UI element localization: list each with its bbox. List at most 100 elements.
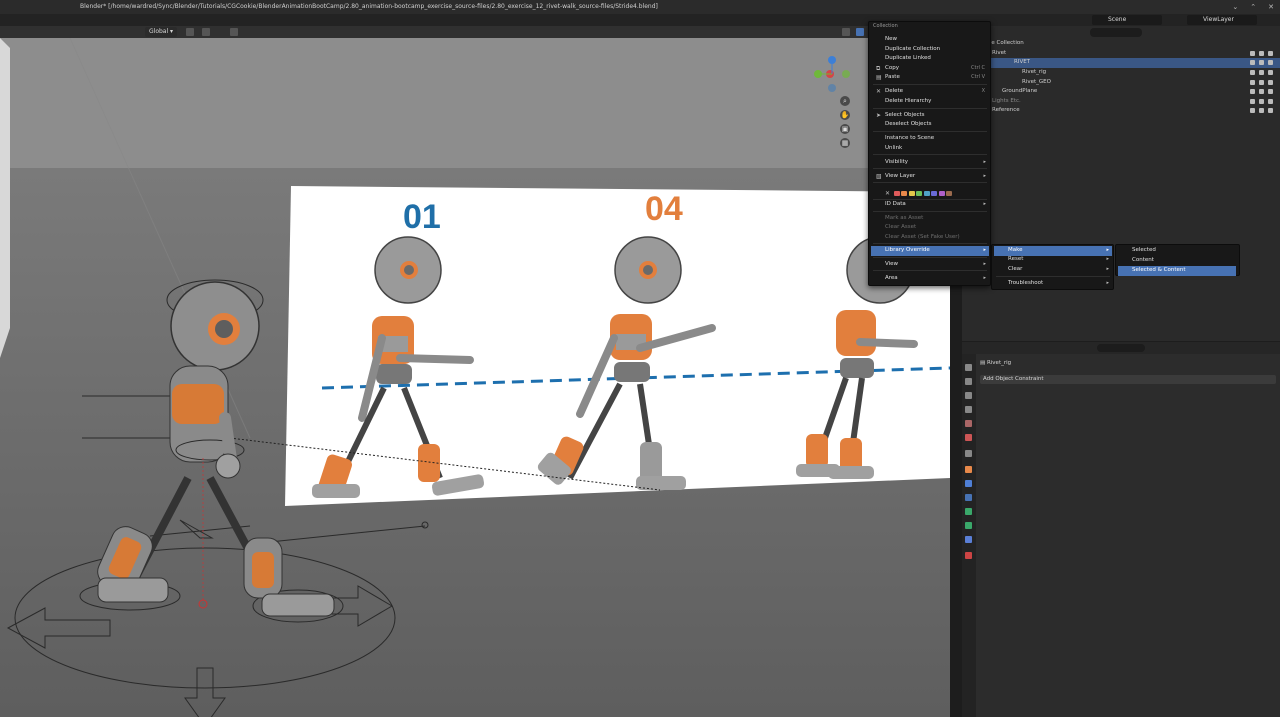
menu-item-paste[interactable]: ▤ Paste Ctrl V xyxy=(871,73,989,83)
outliner-row-rivet-rig[interactable]: Rivet_rig xyxy=(962,68,1280,78)
menu-item-instance-to-scene[interactable]: Instance to Scene xyxy=(871,134,989,144)
clear-color-icon[interactable]: ✕ xyxy=(885,190,890,197)
color-tag-row: ✕ xyxy=(885,189,953,197)
color-tag-swatch[interactable] xyxy=(938,190,945,196)
make-override-submenu: Selected Content Selected & Content xyxy=(1115,244,1240,276)
visibility-toggles[interactable] xyxy=(1250,51,1274,57)
view-layer-icon: ▧ xyxy=(876,173,882,180)
maximize-icon[interactable]: ⌃ xyxy=(1250,0,1256,14)
menu-item-id-data[interactable]: ID Data ▸ xyxy=(871,200,989,210)
physics-tab-icon[interactable] xyxy=(965,508,972,515)
color-tag-swatch[interactable] xyxy=(946,190,953,196)
color-tag-swatch[interactable] xyxy=(893,190,900,196)
pivot-icon[interactable] xyxy=(186,28,194,36)
submenu-arrow-icon: ▸ xyxy=(1106,280,1109,286)
menu-item-clear[interactable]: Clear ▸ xyxy=(994,265,1112,275)
submenu-arrow-icon: ▸ xyxy=(983,247,986,253)
scene-tab-icon[interactable] xyxy=(965,420,972,427)
outliner-row-scene-collection[interactable]: me Collection xyxy=(962,39,1280,49)
render-tab-icon[interactable] xyxy=(965,378,972,385)
visibility-toggles[interactable] xyxy=(1250,108,1274,114)
color-tag-swatch[interactable] xyxy=(931,190,938,196)
outliner-panel: me Collection Rivet RIVET Rivet_rig Rive… xyxy=(962,26,1280,341)
color-tag-swatch[interactable] xyxy=(908,190,915,196)
menu-item-deselect-objects[interactable]: Deselect Objects xyxy=(871,120,989,130)
outliner-label: me Collection xyxy=(986,40,1024,46)
texture-tab-icon[interactable] xyxy=(965,552,972,559)
view-layer-selector[interactable]: ViewLayer xyxy=(1187,15,1257,25)
menu-title: Collection xyxy=(873,23,898,29)
tool-tab-icon[interactable] xyxy=(965,364,972,371)
view-layer-tab-icon[interactable] xyxy=(965,406,972,413)
left-wall-edge xyxy=(0,38,10,358)
bone-tab-icon[interactable] xyxy=(965,536,972,543)
scene-selector[interactable]: Scene xyxy=(1092,15,1162,25)
menu-item-unlink[interactable]: Unlink xyxy=(871,144,989,154)
window-controls: ⌄ ⌃ ✕ xyxy=(1232,0,1274,14)
outliner-label: Rivet_GEO xyxy=(1022,79,1051,85)
menu-separator xyxy=(873,243,987,244)
zoom-icon[interactable]: ⌕ xyxy=(840,96,850,106)
menu-item-reset[interactable]: Reset ▸ xyxy=(994,255,1112,265)
menu-item-area[interactable]: Area ▸ xyxy=(871,274,989,284)
constraints-tab-icon[interactable] xyxy=(965,494,972,501)
background-wall xyxy=(0,38,950,168)
menu-item-clear-asset-fake-user[interactable]: Clear Asset (Set Fake User) xyxy=(871,233,989,243)
viewport-scene: 01 04 xyxy=(0,38,950,717)
visibility-toggles[interactable] xyxy=(1250,80,1274,86)
color-tag-swatch[interactable] xyxy=(923,190,930,196)
perspective-grid-icon[interactable]: ▦ xyxy=(840,138,850,148)
outliner-row-reference[interactable]: Reference xyxy=(962,106,1280,116)
submenu-arrow-icon: ▸ xyxy=(983,159,986,165)
menu-item-new[interactable]: New xyxy=(871,35,989,45)
color-tag-swatch[interactable] xyxy=(916,190,923,196)
outliner-search-input[interactable] xyxy=(1090,28,1142,37)
delete-shortcut: X xyxy=(981,88,985,94)
submenu-arrow-icon: ▸ xyxy=(983,173,986,179)
data-tab-icon[interactable] xyxy=(965,522,972,529)
collection-tab-icon[interactable] xyxy=(965,450,972,457)
properties-search-input[interactable] xyxy=(1097,344,1145,352)
menu-item-library-override[interactable]: Library Override ▸ xyxy=(871,246,989,256)
proportional-edit-icon[interactable] xyxy=(230,28,238,36)
outliner-label: Rivet_rig xyxy=(1022,69,1047,75)
3d-viewport[interactable]: Global ▾ 01 04 ⌕ ✋ ▣ ▦ xyxy=(0,26,950,717)
outliner-row-groundplane[interactable]: GroundPlane xyxy=(962,87,1280,97)
visibility-toggles[interactable] xyxy=(1250,70,1274,76)
camera-view-icon[interactable]: ▣ xyxy=(840,124,850,134)
submenu-arrow-icon: ▸ xyxy=(983,201,986,207)
library-override-submenu: Make ▸ Reset ▸ Clear ▸ Troubleshoot ▸ xyxy=(991,244,1114,290)
menu-item-view-layer[interactable]: ▧ View Layer ▸ xyxy=(871,172,989,182)
add-object-constraint-button[interactable]: Add Object Constraint xyxy=(980,375,1276,384)
menu-item-visibility[interactable]: Visibility ▸ xyxy=(871,158,989,168)
object-tab-icon[interactable] xyxy=(965,466,972,473)
menu-item-view[interactable]: View ▸ xyxy=(871,260,989,270)
visibility-toggles[interactable] xyxy=(1250,89,1274,95)
transform-orientation-dropdown[interactable]: Global ▾ xyxy=(145,27,178,37)
menu-item-duplicate-linked[interactable]: Duplicate Linked xyxy=(871,54,989,64)
outliner-row-rivet-collection[interactable]: RIVET xyxy=(962,58,1280,68)
viewport-gizmos-icon[interactable] xyxy=(856,28,864,36)
menu-item-troubleshoot[interactable]: Troubleshoot ▸ xyxy=(994,279,1112,289)
menu-separator xyxy=(873,154,987,155)
world-tab-icon[interactable] xyxy=(965,434,972,441)
collection-context-menu: Collection New Duplicate Collection Dupl… xyxy=(868,21,991,286)
menu-item-delete-hierarchy[interactable]: Delete Hierarchy xyxy=(871,97,989,107)
menu-item-delete[interactable]: ✕ Delete X xyxy=(871,87,989,97)
snap-icon[interactable] xyxy=(202,28,210,36)
menu-item-selected[interactable]: Selected xyxy=(1118,246,1236,256)
object-name-label: ▤ Rivet_rig xyxy=(980,360,1012,366)
outliner-label: Rivet xyxy=(992,50,1007,56)
pan-hand-icon[interactable]: ✋ xyxy=(840,110,850,120)
menu-item-clear-asset[interactable]: Clear Asset xyxy=(871,223,989,233)
menu-item-selected-and-content[interactable]: Selected & Content xyxy=(1118,266,1236,276)
menu-item-content[interactable]: Content xyxy=(1118,256,1236,266)
modifiers-tab-icon[interactable] xyxy=(965,480,972,487)
view-object-types-icon[interactable] xyxy=(842,28,850,36)
close-icon[interactable]: ✕ xyxy=(1268,0,1274,14)
visibility-toggles[interactable] xyxy=(1250,99,1274,105)
visibility-toggles[interactable] xyxy=(1250,60,1274,66)
output-tab-icon[interactable] xyxy=(965,392,972,399)
minimize-icon[interactable]: ⌄ xyxy=(1232,0,1238,14)
color-tag-swatch[interactable] xyxy=(901,190,908,196)
